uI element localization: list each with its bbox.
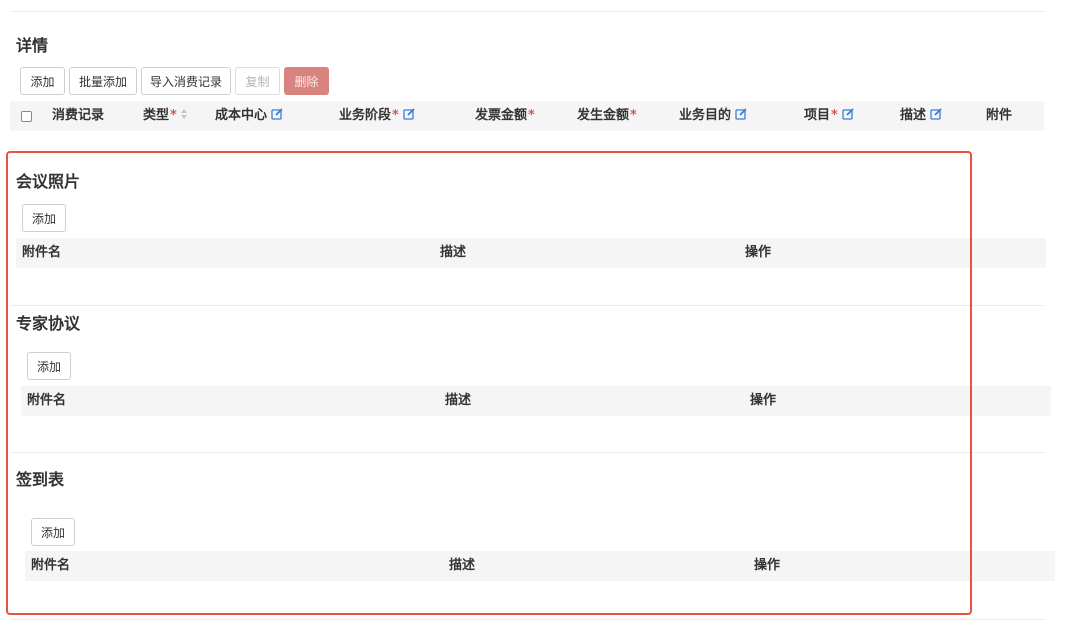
top-divider <box>10 11 1045 12</box>
import-records-button[interactable]: 导入消费记录 <box>141 67 231 95</box>
col-attachment: 附件 <box>986 108 1013 123</box>
col-cost-center: 成本中心 <box>215 101 283 131</box>
required-mark: * <box>170 108 177 123</box>
detail-table-header: 消费记录 类型* 成本中心 业务阶段* 发票金额* 发生金额* 业务目的 项目*… <box>10 101 1044 131</box>
col-project: 项目* <box>804 101 854 131</box>
batch-add-button[interactable]: 批量添加 <box>69 67 137 95</box>
col-incurred-amount: 发生金额* <box>577 108 637 123</box>
required-mark: * <box>528 108 535 123</box>
highlight-box <box>6 151 972 615</box>
col-business-purpose: 业务目的 <box>679 101 747 131</box>
edit-icon[interactable] <box>735 108 747 120</box>
col-type[interactable]: 类型* <box>143 101 188 131</box>
required-mark: * <box>392 108 399 123</box>
col-expense-record: 消费记录 <box>52 108 105 123</box>
edit-icon[interactable] <box>271 108 283 120</box>
col-invoice-amount: 发票金额* <box>475 108 535 123</box>
copy-button[interactable]: 复制 <box>235 67 280 95</box>
edit-icon[interactable] <box>930 108 942 120</box>
add-button[interactable]: 添加 <box>20 67 65 95</box>
required-mark: * <box>831 108 838 123</box>
sort-icon[interactable] <box>180 108 188 120</box>
required-mark: * <box>630 108 637 123</box>
detail-title: 详情 <box>16 36 49 55</box>
col-business-stage: 业务阶段* <box>339 101 415 131</box>
delete-button[interactable]: 删除 <box>284 67 329 95</box>
edit-icon[interactable] <box>842 108 854 120</box>
edit-icon[interactable] <box>403 108 415 120</box>
col-description: 描述 <box>900 101 942 131</box>
select-all-checkbox[interactable] <box>21 111 32 122</box>
bottom-divider <box>10 619 1045 620</box>
